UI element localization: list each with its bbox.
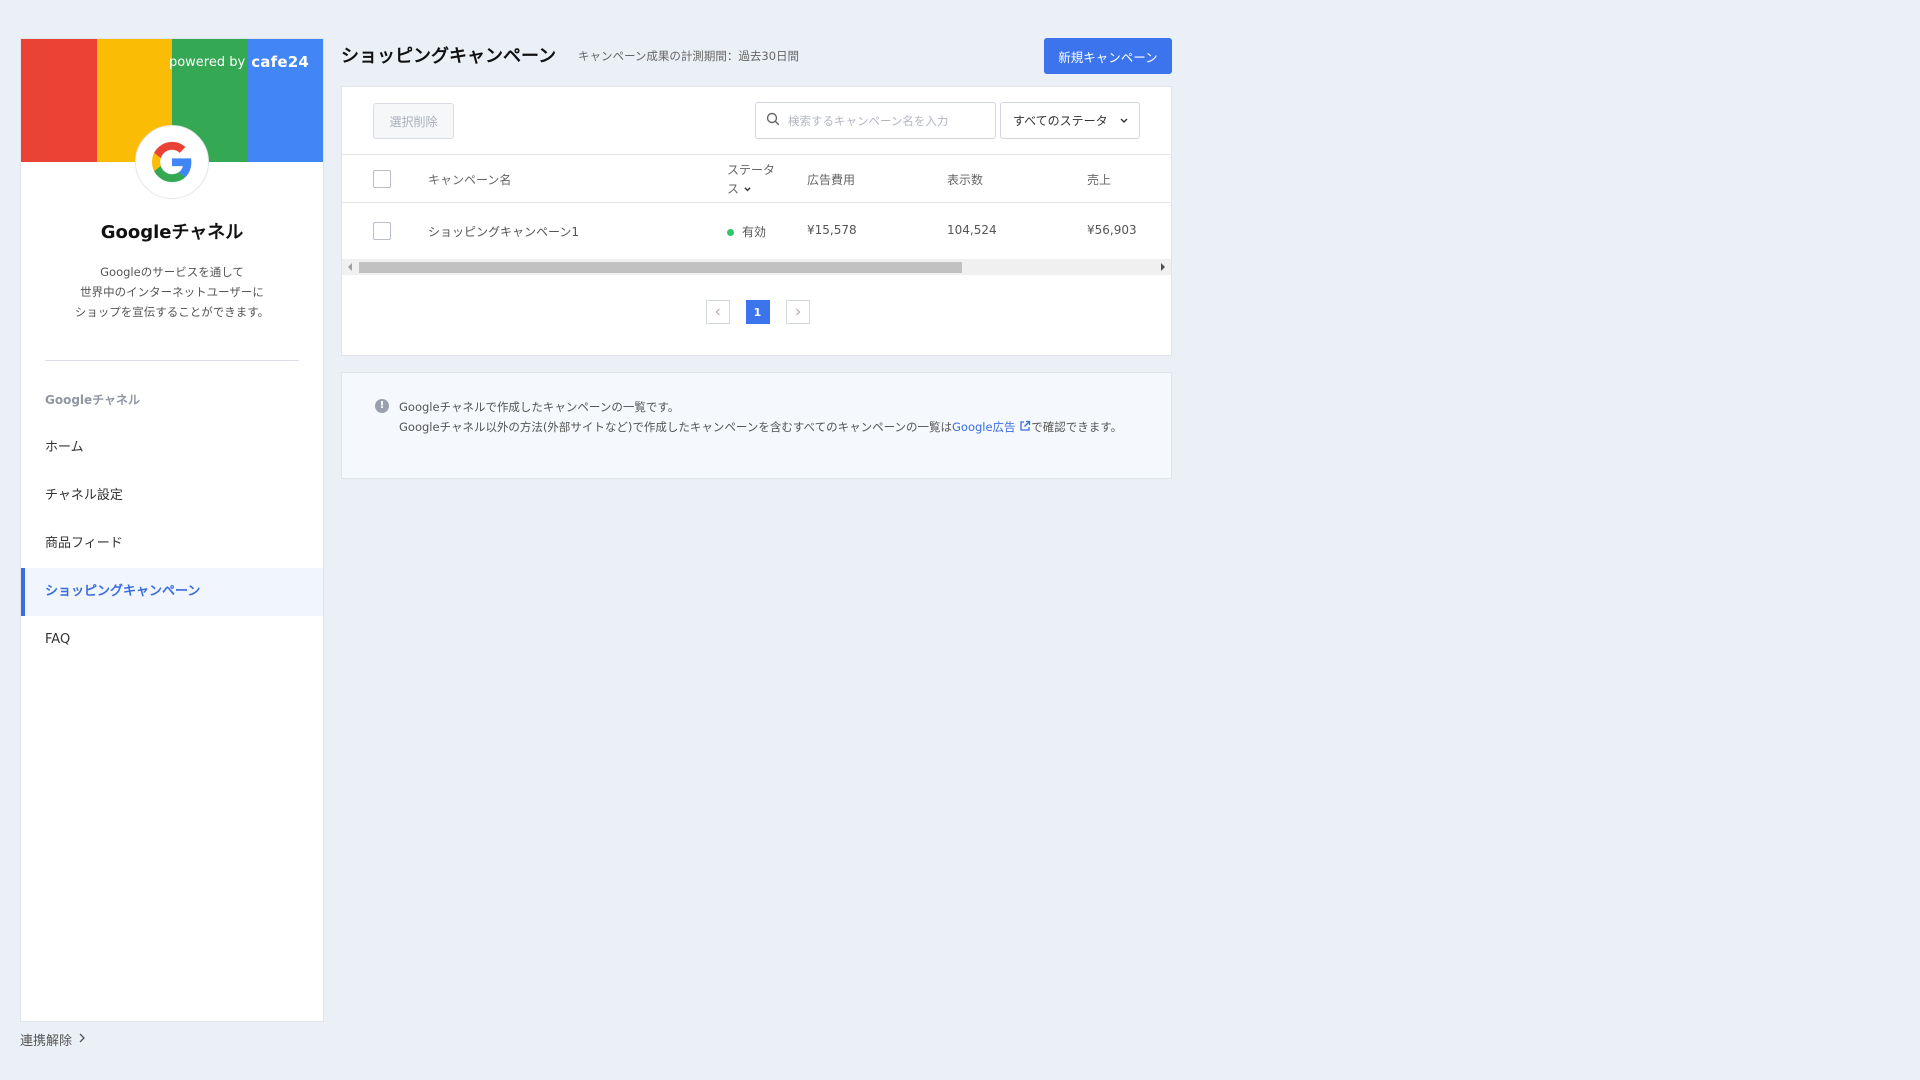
campaign-cost: ¥15,578 — [807, 223, 857, 237]
channel-banner: powered by cafe24 — [21, 39, 323, 199]
campaign-sales: ¥56,903 — [1087, 223, 1137, 237]
page-number-button[interactable]: 1 — [745, 300, 770, 324]
google-ads-link-label: Google広告 — [952, 420, 1016, 434]
sidebar-nav: ホーム チャネル設定 商品フィード ショッピングキャンペーン FAQ — [21, 424, 323, 664]
sidebar: powered by cafe24 Googleチャネル Googleのサービス… — [20, 38, 324, 1022]
description-line: 世界中のインターネットユーザーに — [80, 285, 264, 299]
status-header-line1: ステータ — [727, 163, 776, 177]
pagination: 1 — [344, 300, 1171, 324]
page-title: ショッピングキャンペーン — [341, 46, 557, 67]
description-line: Googleのサービスを通して — [100, 265, 244, 279]
status-header-line2: ス — [727, 180, 775, 199]
disconnect-link[interactable]: 連携解除 — [20, 1030, 86, 1049]
column-header-impressions: 表示数 — [947, 173, 984, 187]
info-line-2-prefix: Googleチャネル以外の方法(外部サイトなど)で作成したキャンペーンを含むすべ… — [399, 420, 952, 434]
prev-page-button[interactable] — [705, 300, 730, 324]
info-line-2: Googleチャネル以外の方法(外部サイトなど)で作成したキャンペーンを含むすべ… — [399, 417, 1123, 437]
scrollbar-thumb[interactable] — [359, 262, 962, 273]
scroll-right-arrow-icon[interactable] — [1161, 263, 1165, 271]
status-dot-icon — [727, 229, 734, 236]
search-input[interactable] — [788, 113, 978, 128]
banner-stripe-red — [21, 39, 97, 162]
info-line-2-suffix: で確認できます。 — [1031, 420, 1123, 434]
table-header: キャンペーン名 ステータ ス 広告費用 表示数 売上 — [342, 155, 1171, 203]
horizontal-scrollbar[interactable] — [342, 259, 1171, 275]
channel-title: Googleチャネル — [100, 222, 244, 243]
chevron-right-icon — [78, 1032, 86, 1047]
campaign-card: 選択削除 すべてのステータ キャンペーン名 ステータ ス 広告費用 表示数 売上 — [341, 86, 1172, 356]
google-ads-link[interactable]: Google広告 — [952, 420, 1031, 434]
measurement-period: キャンペーン成果の計測期間：過去30日間 — [578, 49, 800, 63]
info-notice: ! Googleチャネルで作成したキャンペーンの一覧です。 Googleチャネル… — [341, 372, 1172, 479]
info-icon: ! — [375, 399, 389, 413]
chevron-right-icon — [795, 308, 800, 316]
campaign-name[interactable]: ショッピングキャンペーン1 — [428, 223, 579, 240]
status-filter-value: すべてのステータ — [1013, 114, 1108, 128]
table-toolbar: 選択削除 すべてのステータ — [342, 87, 1171, 155]
google-logo-icon — [135, 125, 209, 199]
sidebar-divider — [45, 360, 299, 361]
campaign-status-text: 有効 — [742, 225, 767, 239]
search-box — [755, 102, 996, 139]
delete-selected-button[interactable]: 選択削除 — [373, 103, 454, 139]
channel-description: Googleのサービスを通して 世界中のインターネットユーザーに ショップを宣伝… — [21, 262, 323, 322]
campaign-status: 有効 — [727, 223, 766, 240]
sidebar-item-home[interactable]: ホーム — [21, 424, 323, 472]
disconnect-label: 連携解除 — [20, 1034, 73, 1049]
status-filter-select[interactable]: すべてのステータ — [1000, 102, 1140, 139]
column-header-status[interactable]: ステータ ス — [727, 161, 775, 199]
sidebar-item-product-feed[interactable]: 商品フィード — [21, 520, 323, 568]
info-line-1: Googleチャネルで作成したキャンペーンの一覧です。 — [399, 400, 680, 414]
sidebar-item-shopping-campaign[interactable]: ショッピングキャンペーン — [21, 568, 323, 616]
description-line: ショップを宣伝することができます。 — [74, 305, 270, 319]
search-icon — [766, 111, 780, 130]
select-all-checkbox[interactable] — [373, 170, 391, 188]
cafe24-logo: cafe24 — [251, 53, 309, 71]
sidebar-item-faq[interactable]: FAQ — [21, 616, 323, 664]
status-header-text: ス — [727, 182, 740, 196]
column-header-sales: 売上 — [1087, 173, 1112, 187]
table-row: ショッピングキャンペーン1 有効 ¥15,578 104,524 ¥56,903 — [342, 203, 1171, 259]
external-link-icon — [1020, 420, 1031, 431]
powered-by-label: powered by — [168, 54, 246, 70]
column-header-cost: 広告費用 — [807, 173, 856, 187]
scroll-left-arrow-icon[interactable] — [348, 263, 352, 271]
new-campaign-button[interactable]: 新規キャンペーン — [1044, 38, 1172, 74]
column-header-name: キャンペーン名 — [428, 173, 512, 187]
sort-chevron-icon — [744, 187, 751, 192]
sidebar-item-channel-settings[interactable]: チャネル設定 — [21, 472, 323, 520]
campaign-impressions: 104,524 — [947, 223, 997, 237]
chevron-left-icon — [715, 308, 720, 316]
row-checkbox[interactable] — [373, 222, 391, 240]
next-page-button[interactable] — [785, 300, 810, 324]
chevron-down-icon — [1119, 114, 1129, 128]
powered-by: powered by cafe24 — [169, 53, 309, 71]
nav-section-label: Googleチャネル — [45, 393, 141, 407]
